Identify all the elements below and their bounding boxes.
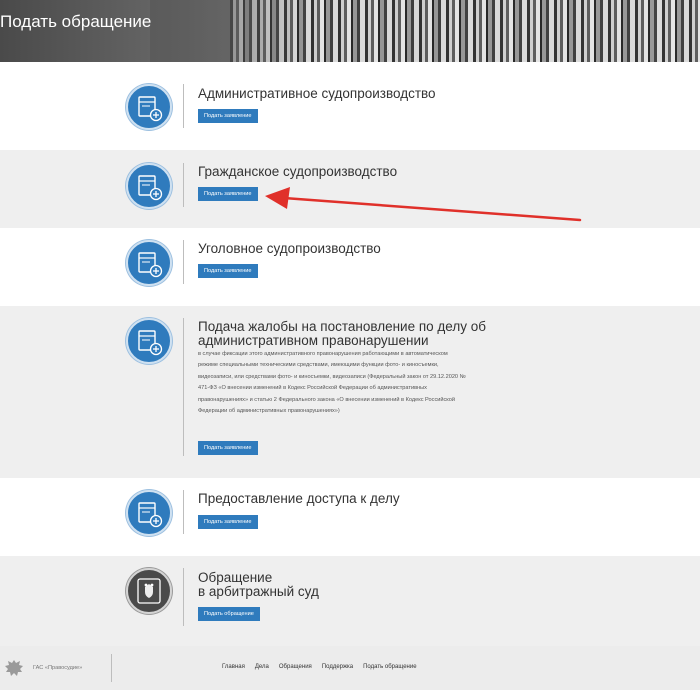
- row-divider: [183, 318, 184, 456]
- footer-link-support[interactable]: Поддержка: [322, 664, 353, 670]
- document-plus-icon: [126, 318, 172, 364]
- appeal-row-arbitration: Обращение в арбитражный суд Подать обращ…: [0, 556, 700, 646]
- document-plus-icon: [126, 240, 172, 286]
- row-divider: [183, 163, 184, 207]
- appeal-row-criminal: Уголовное судопроизводство Подать заявле…: [0, 228, 700, 306]
- row-title-line2: в арбитражный суд: [198, 584, 319, 599]
- coat-of-arms-icon: [126, 568, 172, 614]
- appeal-row-case-access: Предоставление доступа к делу Подать зая…: [0, 478, 700, 556]
- footer-link-appeals[interactable]: Обращения: [279, 664, 312, 670]
- submit-application-button[interactable]: Подать заявление: [198, 515, 258, 529]
- appeal-row-administrative: Административное судопроизводство Подать…: [0, 62, 700, 150]
- submit-appeal-button[interactable]: Подать обращение: [198, 607, 260, 621]
- row-title-line1: Обращение: [198, 570, 273, 585]
- description-line: 471-ФЗ «О внесении изменений в Кодекс Ро…: [198, 385, 427, 392]
- row-title: Предоставление доступа к делу: [198, 491, 400, 506]
- submit-application-button[interactable]: Подать заявление: [198, 264, 258, 278]
- document-plus-icon: [126, 490, 172, 536]
- footer-nav: Главная Дела Обращения Поддержка Подать …: [222, 664, 417, 670]
- row-title: Административное судопроизводство: [198, 86, 436, 101]
- footer-link-submit-appeal[interactable]: Подать обращение: [363, 664, 416, 670]
- description-line: Федерации об административных правонаруш…: [198, 408, 340, 415]
- row-divider: [183, 568, 184, 626]
- submit-application-button[interactable]: Подать заявление: [198, 187, 258, 201]
- document-plus-icon: [126, 84, 172, 130]
- footer-link-cases[interactable]: Дела: [255, 664, 269, 670]
- red-arrow-annotation: [265, 187, 582, 222]
- page-header: Подать обращение: [0, 0, 700, 62]
- footer-divider: [111, 654, 112, 682]
- eagle-emblem-icon: [5, 660, 23, 676]
- row-title: Уголовное судопроизводство: [198, 241, 381, 256]
- row-title-line1: Подача жалобы на постановление по делу о…: [198, 319, 486, 334]
- description-line: режиме специальными техническими средств…: [198, 362, 439, 369]
- row-divider: [183, 240, 184, 284]
- footer-link-home[interactable]: Главная: [222, 664, 245, 670]
- description-line: правонарушениях» и статью 2 Федерального…: [198, 396, 456, 403]
- submit-application-button[interactable]: Подать заявление: [198, 441, 258, 455]
- description-line: видеозаписи, или средствами фото- и кино…: [198, 373, 466, 380]
- document-plus-icon: [126, 163, 172, 209]
- row-divider: [183, 84, 184, 128]
- row-title-line2: административном правонарушении: [198, 333, 429, 348]
- description-line: в случае фиксации этого административног…: [198, 351, 448, 357]
- appeal-row-complaint: Подача жалобы на постановление по делу о…: [0, 306, 700, 478]
- row-title: Гражданское судопроизводство: [198, 164, 398, 179]
- header-fade: [150, 0, 310, 62]
- row-divider: [183, 490, 184, 534]
- page-footer: ГАС «Правосудие» Главная Дела Обращения …: [0, 646, 700, 690]
- footer-brand: ГАС «Правосудие»: [33, 665, 83, 671]
- submit-application-button[interactable]: Подать заявление: [198, 109, 258, 123]
- page-title: Подать обращение: [0, 12, 152, 31]
- row-description: в случае фиксации этого административног…: [198, 349, 528, 417]
